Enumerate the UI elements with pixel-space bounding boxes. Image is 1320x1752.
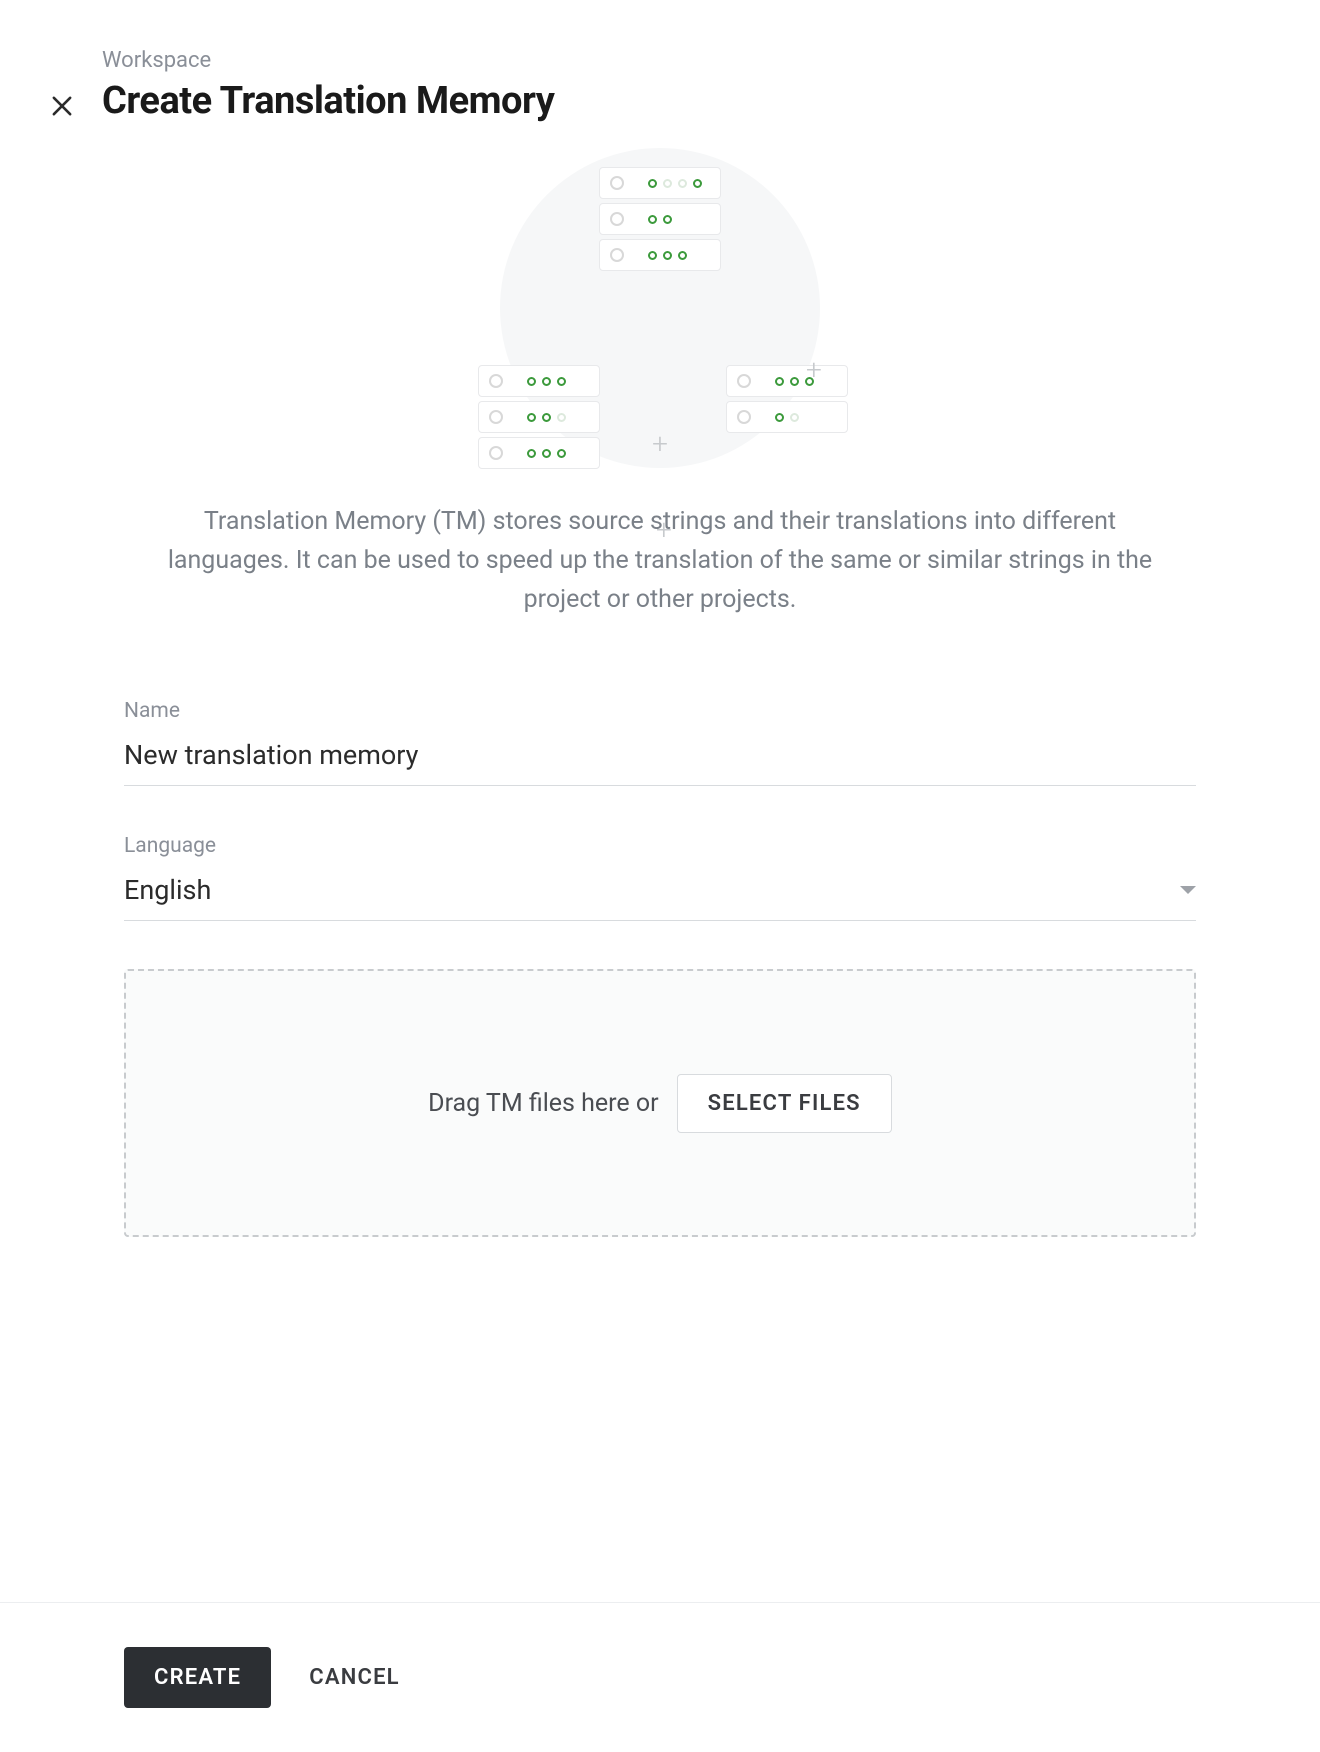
create-button[interactable]: CREATE — [124, 1647, 271, 1708]
close-button[interactable] — [48, 92, 76, 120]
page-title: Create Translation Memory — [102, 79, 554, 123]
name-label: Name — [124, 699, 1196, 723]
language-label: Language — [124, 834, 1196, 858]
cancel-button[interactable]: CANCEL — [305, 1647, 404, 1708]
breadcrumb: Workspace — [102, 48, 554, 73]
chevron-down-icon — [1180, 886, 1196, 894]
plus-icon: + — [652, 427, 668, 460]
file-dropzone[interactable]: Drag TM files here or SELECT FILES — [124, 969, 1196, 1237]
select-files-button[interactable]: SELECT FILES — [677, 1074, 892, 1133]
language-select[interactable]: English — [124, 866, 1196, 921]
plus-icon: + — [806, 353, 822, 386]
close-icon — [48, 92, 76, 120]
plus-icon: + — [656, 513, 672, 546]
dropzone-text: Drag TM files here or — [428, 1089, 658, 1118]
language-value: English — [124, 874, 211, 906]
illustration: + + + — [124, 143, 1196, 463]
name-input[interactable] — [124, 731, 1196, 786]
